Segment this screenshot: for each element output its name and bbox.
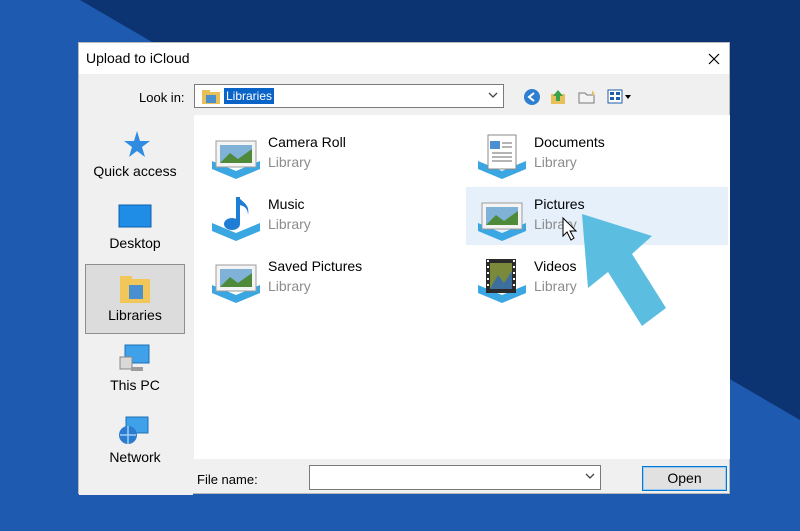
place-label: Desktop — [109, 235, 161, 251]
file-item-camera-roll[interactable]: Camera Roll Library — [200, 125, 462, 183]
view-menu-icon — [607, 89, 631, 104]
picture-library-icon — [212, 264, 260, 303]
place-libraries[interactable]: Libraries — [85, 264, 185, 334]
file-type: Library — [534, 278, 577, 294]
file-item-music[interactable]: Music Library — [200, 187, 462, 245]
title-bar: Upload to iCloud — [79, 43, 729, 74]
place-label: Quick access — [93, 163, 177, 179]
file-name: Saved Pictures — [268, 258, 363, 274]
place-label: Libraries — [108, 307, 162, 323]
back-button[interactable] — [522, 86, 542, 108]
file-type: Library — [534, 154, 577, 170]
file-type: Library — [534, 216, 577, 232]
file-type: Library — [268, 278, 311, 294]
star-icon — [124, 131, 150, 157]
file-item-documents[interactable]: Documents Library — [466, 125, 728, 183]
file-name-input[interactable] — [309, 465, 601, 490]
close-button[interactable] — [699, 43, 729, 74]
video-library-icon — [478, 259, 526, 303]
up-folder-icon — [551, 90, 565, 104]
file-type: Library — [268, 216, 311, 232]
libraries-folder-icon — [202, 90, 220, 104]
dialog-title: Upload to iCloud — [86, 50, 190, 66]
view-menu-button[interactable] — [605, 86, 635, 108]
place-network[interactable]: Network — [85, 407, 185, 477]
computer-icon — [119, 344, 150, 371]
file-name-label: File name: — [197, 472, 258, 487]
file-item-videos[interactable]: Videos Library — [466, 249, 728, 307]
document-library-icon — [478, 134, 526, 179]
open-button[interactable]: Open — [642, 466, 727, 491]
libraries-icon — [120, 276, 150, 303]
close-icon — [708, 53, 720, 64]
place-label: Network — [109, 449, 161, 465]
place-quick-access[interactable]: Quick access — [85, 121, 185, 191]
file-item-saved-pictures[interactable]: Saved Pictures Library — [200, 249, 462, 307]
look-in-value: Libraries — [224, 88, 275, 104]
desktop-icon — [118, 204, 152, 228]
network-icon — [119, 416, 149, 444]
file-name: Pictures — [534, 196, 585, 212]
up-folder-button[interactable] — [548, 86, 568, 108]
place-label: This PC — [110, 377, 160, 393]
picture-library-icon — [478, 202, 526, 241]
place-desktop[interactable]: Desktop — [85, 193, 185, 263]
chevron-down-icon — [488, 92, 498, 98]
new-folder-icon — [578, 90, 595, 104]
places-bar: Quick access Desktop Libraries This PC N… — [79, 115, 193, 495]
look-in-label: Look in: — [139, 90, 185, 105]
music-library-icon — [212, 197, 260, 241]
chevron-down-icon — [585, 473, 595, 479]
file-name: Documents — [534, 134, 605, 150]
file-name: Camera Roll — [268, 134, 346, 150]
file-name: Music — [268, 196, 305, 212]
file-item-pictures[interactable]: Pictures Library — [466, 187, 728, 245]
look-in-dropdown[interactable]: Libraries — [194, 84, 504, 108]
file-list: Camera Roll Library Documents Library Mu… — [194, 115, 730, 459]
back-icon — [524, 89, 540, 105]
picture-library-icon — [212, 140, 260, 179]
place-this-pc[interactable]: This PC — [85, 335, 185, 405]
file-name: Videos — [534, 258, 577, 274]
new-folder-button[interactable] — [576, 86, 598, 108]
file-type: Library — [268, 154, 311, 170]
upload-dialog: Upload to iCloud Look in: Libraries Quic… — [78, 42, 730, 495]
